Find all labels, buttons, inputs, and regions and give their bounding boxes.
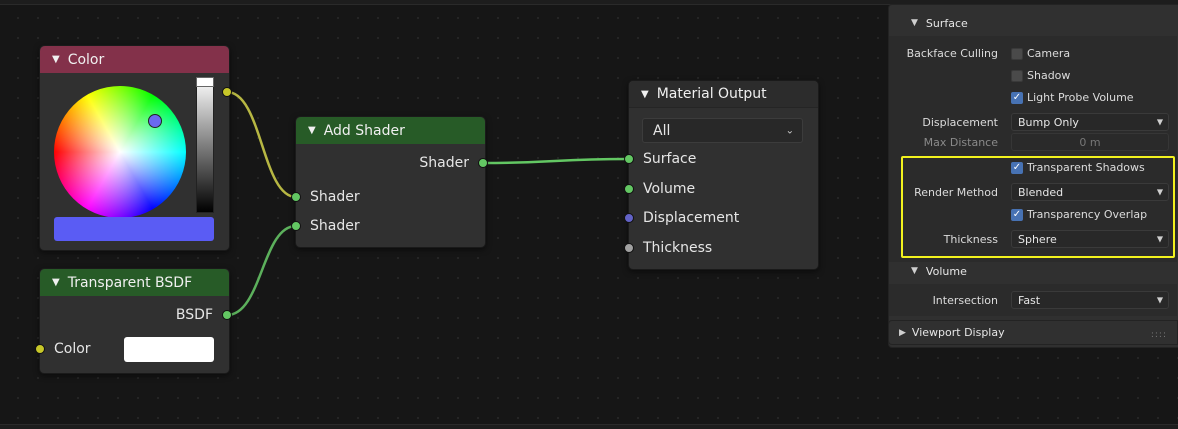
thickness-input-label: Thickness: [643, 240, 713, 256]
transparency-overlap-label[interactable]: Transparency Overlap: [1027, 208, 1147, 221]
thickness-value: Sphere: [1018, 232, 1057, 246]
transparent-shadows-label[interactable]: Transparent Shadows: [1027, 161, 1145, 174]
bsdf-color-label: Color: [54, 341, 91, 357]
intersection-value: Fast: [1018, 293, 1041, 307]
checkmark-icon: ✓: [1012, 92, 1022, 103]
color-output-socket[interactable]: [222, 87, 232, 97]
intersection-label: Intersection: [932, 294, 998, 307]
surface-section-title: Surface: [925, 16, 968, 30]
render-method-label: Render Method: [914, 186, 998, 199]
add-shader-output-socket[interactable]: [478, 158, 488, 168]
transparent-bsdf-header[interactable]: ▼ Transparent BSDF: [40, 269, 229, 296]
thickness-input-socket[interactable]: [624, 243, 634, 253]
color-wheel-cursor[interactable]: [148, 114, 162, 128]
displacement-input-socket[interactable]: [624, 213, 634, 223]
chevron-down-icon[interactable]: ▼: [911, 18, 918, 28]
chevron-down-icon[interactable]: ▼: [52, 277, 60, 288]
chevron-down-icon[interactable]: ▼: [641, 89, 649, 100]
surface-section-body: Backface Culling Camera Shadow ✓ Light P…: [889, 36, 1177, 262]
max-distance-field[interactable]: 0 m: [1011, 133, 1169, 151]
shadow-label[interactable]: Shadow: [1027, 69, 1070, 82]
volume-section-title: Volume: [925, 264, 967, 278]
color-wheel[interactable]: [54, 86, 186, 218]
displacement-dropdown[interactable]: Bump Only ▼: [1011, 113, 1169, 131]
transparent-bsdf-title: Transparent BSDF: [67, 274, 193, 291]
transparency-overlap-checkbox[interactable]: ✓: [1011, 209, 1023, 221]
add-shader-node[interactable]: ▼ Add Shader Shader Shader Shader: [295, 116, 486, 248]
chevron-down-icon[interactable]: ▼: [52, 54, 60, 65]
chevron-down-icon[interactable]: ▼: [308, 125, 316, 136]
backface-culling-label: Backface Culling: [906, 47, 998, 60]
shadow-checkbox[interactable]: [1011, 70, 1023, 82]
viewport-display-title: Viewport Display: [911, 326, 1005, 339]
light-probe-volume-label[interactable]: Light Probe Volume: [1027, 91, 1134, 104]
chevron-down-icon: ▼: [1156, 187, 1163, 197]
camera-label[interactable]: Camera: [1027, 47, 1070, 60]
bsdf-color-swatch[interactable]: [124, 337, 214, 362]
add-shader-title: Add Shader: [323, 122, 405, 139]
volume-input-label: Volume: [643, 181, 696, 197]
add-shader-input2-socket[interactable]: [291, 221, 301, 231]
light-probe-volume-checkbox[interactable]: ✓: [1011, 92, 1023, 104]
material-output-header[interactable]: ▼ Material Output: [629, 81, 818, 108]
add-shader-input2-label: Shader: [310, 218, 360, 234]
add-shader-input1-socket[interactable]: [291, 192, 301, 202]
material-output-node[interactable]: ▼ Material Output All ⌄ Surface Volume D…: [628, 80, 819, 270]
render-method-dropdown[interactable]: Blended ▼: [1011, 183, 1169, 201]
color-node-title: Color: [67, 51, 105, 68]
bsdf-output-socket[interactable]: [222, 310, 232, 320]
color-swatch[interactable]: [54, 217, 214, 241]
surface-input-label: Surface: [643, 151, 697, 167]
chevron-down-icon: ▼: [1156, 295, 1163, 305]
bsdf-output-label: BSDF: [175, 307, 213, 323]
add-shader-header[interactable]: ▼ Add Shader: [296, 117, 485, 144]
drag-grip-icon[interactable]: ::::: [1151, 330, 1167, 340]
volume-section-body: Intersection Fast ▼: [889, 284, 1177, 316]
chevron-down-icon[interactable]: ▼: [911, 266, 918, 276]
surface-input-socket[interactable]: [624, 154, 634, 164]
link-add-to-surface: [482, 157, 629, 165]
camera-checkbox[interactable]: [1011, 48, 1023, 60]
viewport-display-section-header[interactable]: ▶ Viewport Display ::::: [888, 320, 1178, 345]
chevron-down-icon: ▼: [1156, 117, 1163, 127]
add-shader-output-label: Shader: [419, 155, 469, 171]
checkmark-icon: ✓: [1012, 209, 1022, 220]
checkmark-icon: ✓: [1012, 162, 1022, 173]
link-bsdf-to-shader2: [226, 224, 297, 317]
displacement-label: Displacement: [922, 116, 998, 129]
color-node-header[interactable]: ▼ Color: [40, 46, 229, 73]
chevron-right-icon[interactable]: ▶: [899, 328, 906, 338]
color-node[interactable]: ▼ Color: [39, 45, 230, 251]
add-shader-input1-label: Shader: [310, 189, 360, 205]
displacement-input-label: Displacement: [643, 210, 740, 226]
output-target-dropdown[interactable]: All ⌄: [642, 118, 803, 143]
material-output-title: Material Output: [656, 86, 767, 102]
value-slider[interactable]: [196, 77, 214, 213]
chevron-down-icon: ▼: [1156, 234, 1163, 244]
max-distance-label: Max Distance: [923, 136, 998, 149]
material-properties-panel: ▼ Surface Backface Culling Camera Shadow…: [888, 4, 1178, 348]
output-target-value: All: [653, 122, 671, 139]
render-method-value: Blended: [1018, 185, 1064, 199]
bottom-border: [0, 424, 1178, 429]
displacement-value: Bump Only: [1018, 115, 1079, 129]
link-color-to-shader1: [226, 90, 297, 199]
bsdf-color-input-socket[interactable]: [35, 344, 45, 354]
chevron-down-icon: ⌄: [785, 125, 794, 136]
volume-input-socket[interactable]: [624, 184, 634, 194]
transparent-bsdf-node[interactable]: ▼ Transparent BSDF BSDF Color: [39, 268, 230, 374]
thickness-label: Thickness: [943, 233, 998, 246]
transparent-shadows-checkbox[interactable]: ✓: [1011, 162, 1023, 174]
value-slider-handle[interactable]: [196, 77, 214, 87]
volume-section-header[interactable]: ▼ Volume: [889, 259, 1177, 283]
intersection-dropdown[interactable]: Fast ▼: [1011, 291, 1169, 309]
max-distance-value: 0 m: [1079, 135, 1101, 149]
thickness-dropdown[interactable]: Sphere ▼: [1011, 230, 1169, 248]
surface-section-header[interactable]: ▼ Surface: [889, 11, 1177, 35]
